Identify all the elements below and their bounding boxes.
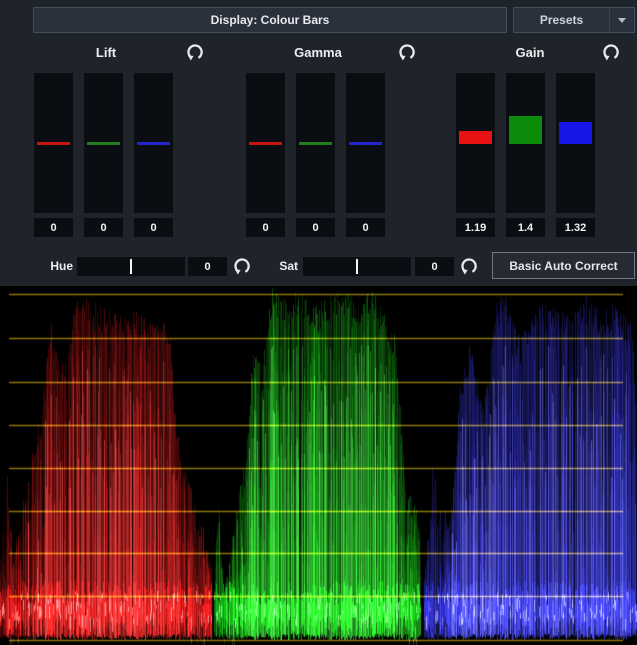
waveform-scope [0,286,637,645]
lift-blue-handle[interactable] [137,142,170,145]
hue-slider-handle[interactable] [130,259,132,274]
sat-label: Sat [255,259,298,273]
presets-label: Presets [514,13,609,27]
display-source-button[interactable]: Display: Colour Bars [33,7,507,33]
basic-auto-correct-label: Basic Auto Correct [509,259,617,273]
lift-section-label: Lift [0,45,212,60]
gain-green-value[interactable]: 1.4 [506,218,545,237]
gain-green-slider[interactable] [506,73,545,213]
lift-green-value[interactable]: 0 [84,218,123,237]
gamma-green-value[interactable]: 0 [296,218,335,237]
gamma-section-label: Gamma [212,45,424,60]
colour-correction-panel: Display: Colour Bars Presets Lift Gamma … [0,0,637,645]
lift-red-slider[interactable] [34,73,73,213]
lift-red-value[interactable]: 0 [34,218,73,237]
display-source-label: Display: Colour Bars [211,13,330,27]
gamma-blue-value[interactable]: 0 [346,218,385,237]
gain-red-handle[interactable] [459,131,492,144]
gain-blue-value[interactable]: 1.32 [556,218,595,237]
gain-blue-handle[interactable] [559,122,592,144]
sat-value[interactable]: 0 [415,257,454,276]
lift-green-slider[interactable] [84,73,123,213]
basic-auto-correct-button[interactable]: Basic Auto Correct [492,252,635,279]
hue-reset-icon[interactable] [232,256,252,276]
gain-red-slider[interactable] [456,73,495,213]
chevron-down-icon [618,18,626,23]
lift-reset-icon[interactable] [185,42,205,62]
hue-label: Hue [30,259,73,273]
gamma-blue-slider[interactable] [346,73,385,213]
hue-slider[interactable] [77,257,185,276]
gamma-red-slider[interactable] [246,73,285,213]
gamma-reset-icon[interactable] [397,42,417,62]
lift-red-handle[interactable] [37,142,70,145]
gain-green-handle[interactable] [509,116,542,144]
gain-red-value[interactable]: 1.19 [456,218,495,237]
lift-blue-slider[interactable] [134,73,173,213]
gain-blue-slider[interactable] [556,73,595,213]
lift-green-handle[interactable] [87,142,120,145]
presets-button[interactable]: Presets [513,7,635,33]
lift-blue-value[interactable]: 0 [134,218,173,237]
presets-dropdown-toggle[interactable] [609,8,634,32]
sat-slider-handle[interactable] [356,259,358,274]
gamma-blue-handle[interactable] [349,142,382,145]
gain-reset-icon[interactable] [601,42,621,62]
gamma-green-handle[interactable] [299,142,332,145]
hue-value[interactable]: 0 [188,257,227,276]
sat-slider[interactable] [303,257,411,276]
sat-reset-icon[interactable] [459,256,479,276]
gamma-red-handle[interactable] [249,142,282,145]
gamma-green-slider[interactable] [296,73,335,213]
gamma-red-value[interactable]: 0 [246,218,285,237]
